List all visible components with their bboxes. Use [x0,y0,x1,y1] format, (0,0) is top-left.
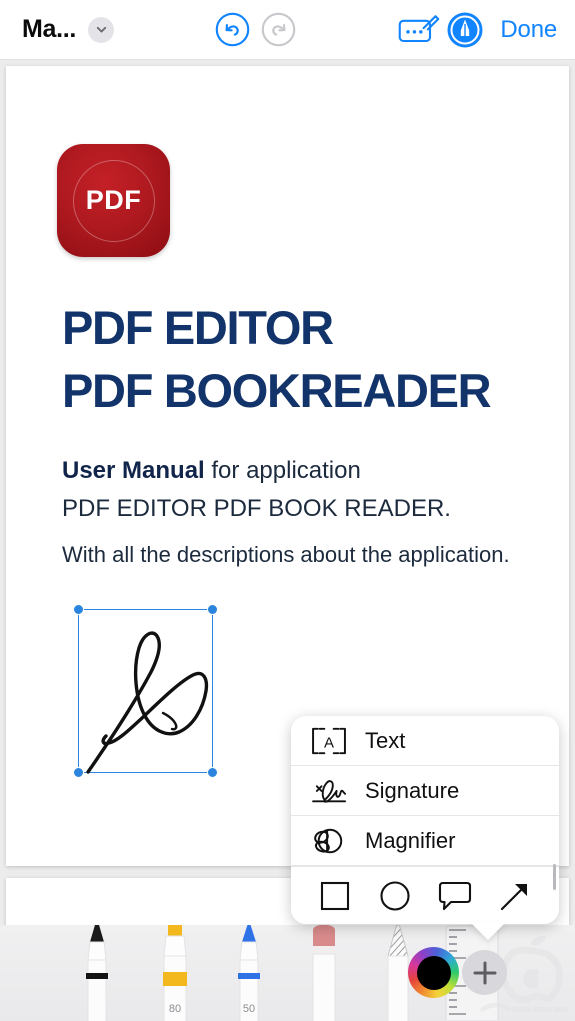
markup-button[interactable] [396,7,442,53]
top-toolbar: Ma... Done [0,0,575,60]
menu-pointer-tail [470,922,506,940]
marker-pen-tool[interactable]: 50 [228,925,270,1021]
pdf-icon-label: PDF [85,185,142,215]
done-button[interactable]: Done [500,16,557,44]
plus-icon [473,961,496,984]
magnifier-icon [309,824,353,858]
resize-handle-top-left[interactable] [73,604,84,615]
undo-icon [215,12,250,47]
document-title-button[interactable]: Ma... [22,15,115,44]
pdf-editor-screen: Ma... Done PDF PDF EDITOR PDF BOOKREADER… [0,0,575,1021]
menu-item-magnifier-label: Magnifier [365,827,456,853]
resize-handle-top-right[interactable] [207,604,218,615]
subtitle-bold: User Manual [62,457,205,484]
eraser-tool[interactable] [302,925,346,1021]
page-title-line2: PDF BOOKREADER [62,364,492,417]
undo-button[interactable] [209,7,255,53]
menu-item-signature[interactable]: Signature [291,766,559,816]
subtitle-rest: for application [204,457,361,484]
pen-tool[interactable] [78,925,116,1021]
resize-handle-bottom-left[interactable] [73,767,84,778]
markup-signature-icon [399,14,440,42]
circle-shape-icon[interactable] [374,875,416,917]
text-box-icon: A [309,724,353,758]
color-wheel-button[interactable] [408,947,459,998]
subtitle-block: User Manual for application PDF EDITOR P… [62,452,532,528]
highlighter-opacity-label: 80 [169,1003,181,1015]
svg-text:A: A [324,734,334,751]
pen-nib-icon [447,12,483,47]
signature-icon [309,774,353,808]
page-title: PDF EDITOR PDF BOOKREADER [62,296,542,422]
arrow-shape-icon[interactable] [494,875,536,917]
subtitle-line2: PDF EDITOR PDF BOOK READER. [62,495,451,522]
document-title: Ma... [22,15,77,43]
signature-annotation[interactable] [73,604,218,778]
chevron-down-icon[interactable] [88,16,115,43]
pdf-app-icon: PDF [57,144,170,257]
marker-opacity-label: 50 [243,1003,255,1015]
menu-scroll-indicator[interactable] [553,864,556,890]
menu-item-magnifier[interactable]: Magnifier [291,816,559,866]
page-title-line1: PDF EDITOR [62,301,334,354]
speech-bubble-shape-icon[interactable] [434,875,476,917]
square-shape-icon[interactable] [314,875,356,917]
highlighter-tool[interactable]: 80 [152,925,196,1021]
redo-icon [261,12,296,47]
selected-color-swatch [416,955,451,990]
add-annotation-menu: A Text Signature Magnifier [291,716,559,924]
add-tool-button[interactable] [462,950,507,995]
pen-tool-button[interactable] [442,7,488,53]
menu-item-text[interactable]: A Text [291,716,559,766]
menu-item-text-label: Text [365,727,406,753]
resize-handle-bottom-right[interactable] [207,767,218,778]
shape-tools-row [291,866,559,924]
redo-button[interactable] [255,7,301,53]
description-text: With all the descriptions about the appl… [62,542,510,567]
menu-item-signature-label: Signature [365,777,460,803]
signature-ink [86,631,209,774]
